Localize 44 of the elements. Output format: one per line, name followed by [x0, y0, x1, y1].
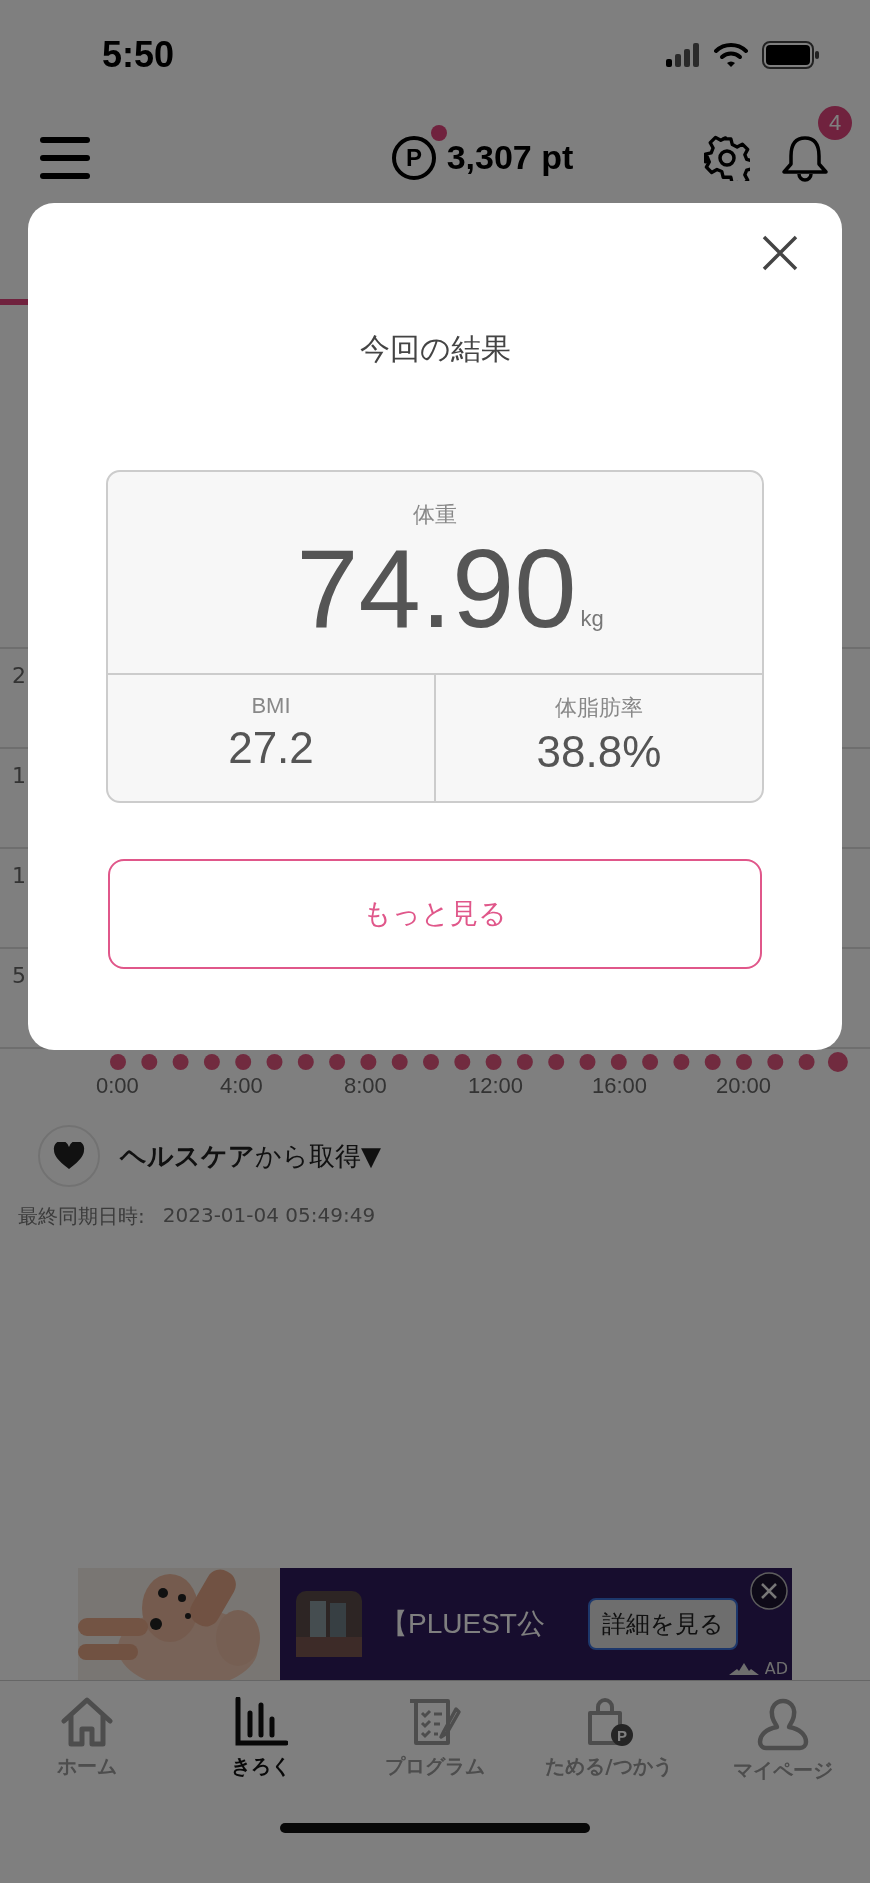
heart-icon — [53, 1142, 85, 1170]
weight-value: 74.90 — [296, 530, 577, 648]
points-icon: P — [390, 134, 437, 181]
dialog-title: 今回の結果 — [359, 330, 511, 368]
home-icon — [60, 1697, 114, 1747]
wifi-icon — [714, 42, 748, 68]
menu-icon[interactable] — [40, 136, 90, 179]
see-more-button[interactable]: もっと見る — [108, 859, 762, 969]
unit-label: kg — [580, 605, 604, 632]
metric-label: 体重 — [413, 501, 457, 529]
metric-value: 38.8% — [536, 727, 662, 777]
metric-label: 体脂肪率 — [555, 694, 643, 722]
axis-label: 2 — [12, 663, 26, 688]
heart-button[interactable] — [38, 1125, 100, 1187]
bar-chart-icon — [234, 1697, 288, 1747]
axis-label: 20:00 — [716, 1073, 773, 1099]
axis-label: 4:00 — [220, 1073, 264, 1099]
notification-badge: 4 — [818, 105, 852, 140]
signal-icon — [666, 43, 700, 67]
last-sync-time: 2023-01-04 05:49:49 — [162, 1203, 376, 1229]
last-sync-label: 最終同期日時: — [18, 1203, 145, 1230]
battery-icon — [762, 41, 820, 69]
ad-title: 【PLUEST公 — [380, 1607, 546, 1641]
close-icon[interactable] — [750, 1572, 788, 1610]
axis-label: 1 — [12, 863, 26, 888]
axis-label: 12:00 — [468, 1073, 525, 1099]
checklist-icon — [408, 1697, 462, 1747]
points-balance: 3,307 pt — [446, 138, 574, 177]
axis-label: 16:00 — [592, 1073, 649, 1099]
data-source-link[interactable]: ヘルスケアから取得▼ — [120, 1138, 381, 1174]
metric-label: BMI — [251, 693, 291, 719]
tab-bar-item[interactable]: きろく — [174, 1697, 348, 1780]
axis-label: 0:00 — [96, 1073, 140, 1099]
axis-label: 1 — [12, 763, 26, 788]
person-icon — [756, 1697, 810, 1751]
status-time: 5:50 — [102, 34, 175, 76]
axis-label: 8:00 — [344, 1073, 388, 1099]
details-button[interactable]: 詳細を見る — [588, 1598, 738, 1650]
metric-value: 27.2 — [228, 723, 314, 773]
ad-label: AD — [764, 1659, 788, 1678]
close-icon[interactable] — [762, 235, 798, 271]
ad-network-icon — [728, 1662, 759, 1675]
axis-label: 5 — [12, 963, 26, 988]
settings-icon[interactable] — [704, 134, 750, 181]
